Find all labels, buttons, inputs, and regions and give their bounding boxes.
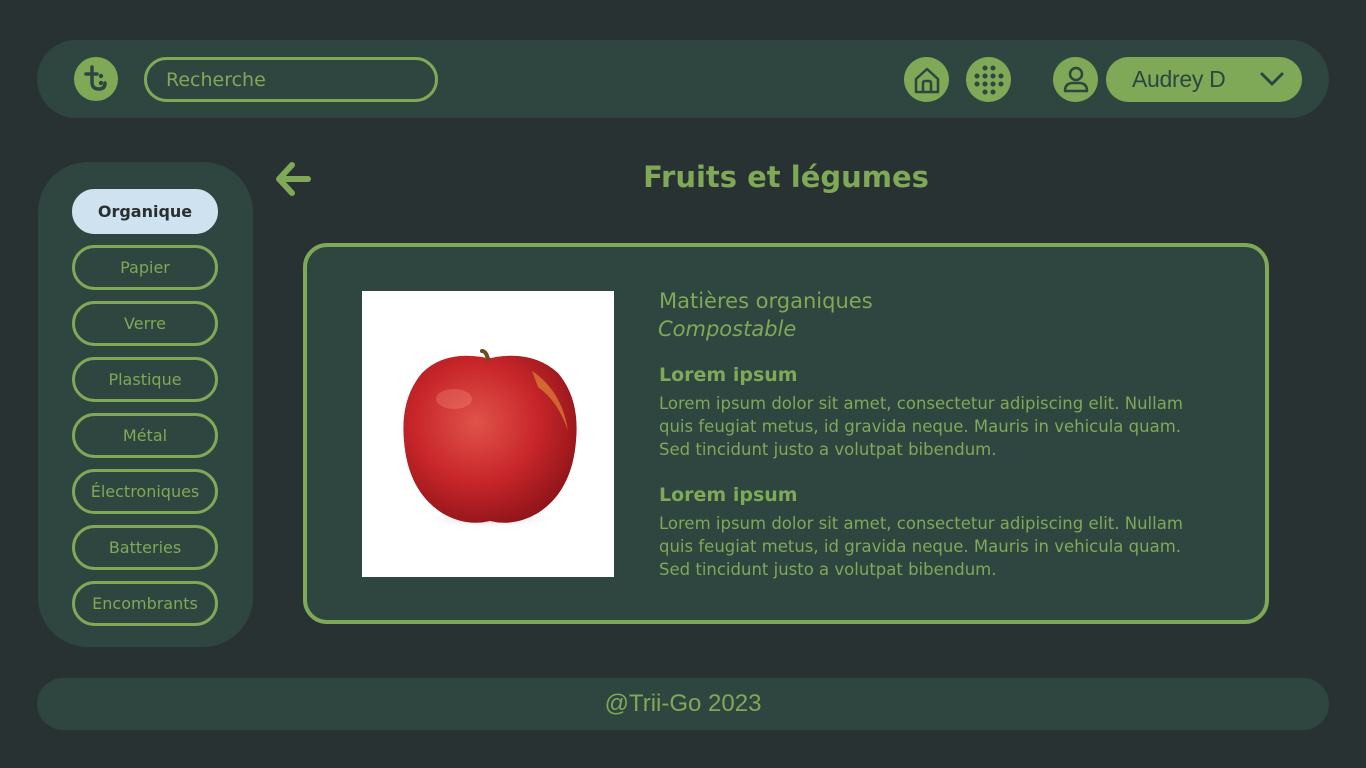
search-input[interactable] — [166, 68, 435, 91]
category-papier[interactable]: Papier — [72, 245, 218, 290]
category-organique[interactable]: Organique — [72, 189, 218, 234]
footer: @Trii-Go 2023 — [37, 678, 1329, 730]
page-title: Fruits et légumes — [643, 160, 929, 194]
category-verre[interactable]: Verre — [72, 301, 218, 346]
category-electroniques[interactable]: Électroniques — [72, 469, 218, 514]
footer-text: @Trii-Go 2023 — [604, 690, 762, 717]
section-title: Lorem ipsum — [659, 484, 798, 506]
grid-dots-icon — [974, 65, 1003, 94]
user-menu[interactable]: Audrey D — [1106, 57, 1302, 102]
category-encombrants[interactable]: Encombrants — [72, 581, 218, 626]
apple-image — [362, 291, 614, 577]
section-title: Lorem ipsum — [659, 364, 798, 386]
category-plastique[interactable]: Plastique — [72, 357, 218, 402]
trii-go-logo-icon[interactable] — [74, 57, 118, 101]
category-metal[interactable]: Métal — [72, 413, 218, 458]
top-bar: Audrey D — [37, 40, 1329, 118]
disposal-type: Compostable — [658, 317, 797, 341]
item-card: Matières organiques Compostable Lorem ip… — [303, 243, 1269, 624]
section-body: Lorem ipsum dolor sit amet, consectetur … — [659, 394, 1183, 459]
section-body: Lorem ipsum dolor sit amet, consectetur … — [659, 514, 1183, 579]
arrow-left-icon[interactable] — [274, 160, 312, 198]
chevron-down-icon — [1260, 72, 1284, 86]
profile-button[interactable] — [1053, 57, 1098, 102]
home-icon — [914, 67, 939, 93]
category-sidebar: Organique Papier Verre Plastique Métal É… — [38, 162, 253, 647]
material-type: Matières organiques — [659, 289, 873, 313]
search-field[interactable] — [144, 57, 438, 102]
user-icon — [1063, 66, 1088, 92]
apps-button[interactable] — [966, 57, 1011, 102]
home-button[interactable] — [904, 57, 949, 102]
user-name: Audrey D — [1132, 66, 1226, 92]
category-batteries[interactable]: Batteries — [72, 525, 218, 570]
